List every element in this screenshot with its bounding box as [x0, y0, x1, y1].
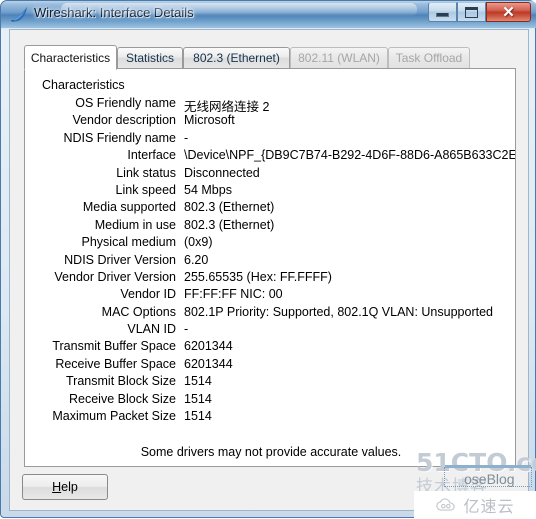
detail-row: MAC Options 802.1P Priority: Supported, 8…: [25, 304, 515, 322]
tab-task-offload: Task Offload: [388, 47, 470, 69]
row-value: 802.3 (Ethernet): [184, 217, 275, 232]
row-label: Receive Buffer Space: [55, 356, 176, 371]
row-label: Media supported: [82, 200, 176, 215]
row-value: 255.65535 (Hex: FF.FFFF): [184, 269, 332, 284]
detail-row: Link speed 54 Mbps: [25, 182, 515, 200]
minimize-icon: [436, 13, 449, 17]
row-label: NDIS Friendly name: [63, 130, 176, 145]
detail-row: Receive Buffer Space 6201344: [25, 356, 515, 374]
detail-row: NDIS Friendly name -: [25, 130, 515, 148]
row-value: 无线网络连接 2: [184, 100, 270, 114]
row-value: -: [184, 130, 189, 145]
row-label: Vendor description: [72, 113, 176, 128]
row-value: 1514: [184, 374, 212, 389]
row-label: Medium in use: [94, 217, 176, 232]
detail-row: VLAN ID -: [25, 322, 515, 339]
detail-row: Transmit Buffer Space 6201344: [25, 339, 515, 356]
row-value: 802.3 (Ethernet): [184, 200, 275, 215]
row-value: 6201344: [184, 339, 233, 354]
characteristics-panel: Characteristics OS Friendly name 无线网络连接 2…: [24, 68, 516, 467]
row-label: Vendor ID: [120, 287, 176, 302]
detail-row: Interface \Device\NPF_{DB9C7B74-B292-4D6F…: [25, 148, 515, 165]
row-label: Link status: [116, 165, 176, 180]
row-label: MAC Options: [101, 304, 176, 319]
detail-row: Media supported 802.3 (Ethernet): [25, 200, 515, 217]
dialog-window: Wireshark: Interface Details ✕ Character…: [0, 0, 536, 519]
row-label: Transmit Buffer Space: [52, 339, 176, 354]
accuracy-note: Some drivers may not provide accurate va…: [140, 445, 402, 459]
detail-row: Receive Block Size 1514: [25, 391, 515, 409]
row-value: Disconnected: [184, 165, 260, 180]
row-label: Physical medium: [81, 235, 176, 250]
row-label: Transmit Block Size: [66, 374, 176, 389]
detail-row: OS Friendly name 无线网络连接 2: [25, 96, 515, 114]
row-value: Microsoft: [184, 113, 235, 128]
wireshark-shark-fin-icon: [11, 7, 27, 22]
window-title: Wireshark: Interface Details: [34, 5, 194, 20]
tab-802-11-wlan: 802.11 (WLAN): [290, 47, 388, 69]
characteristics-list: OS Friendly name 无线网络连接 2 Vendor descript…: [25, 96, 515, 426]
row-label: VLAN ID: [127, 322, 176, 337]
row-label: Receive Block Size: [69, 391, 176, 406]
row-label: Link speed: [115, 182, 176, 197]
detail-row: Maximum Packet Size 1514: [25, 409, 515, 426]
row-value: 802.1P Priority: Supported, 802.1Q VLAN:…: [184, 304, 493, 319]
close-icon: ✕: [502, 3, 515, 21]
row-value: -: [184, 322, 189, 337]
row-value: (0x9): [184, 235, 213, 250]
row-value: 54 Mbps: [184, 182, 232, 197]
detail-row: Transmit Block Size 1514: [25, 374, 515, 391]
row-value: 6201344: [184, 356, 233, 371]
help-label-rest: elp: [61, 480, 78, 494]
help-accelerator: H: [52, 480, 62, 494]
detail-row: Vendor Driver Version 255.65535 (Hex: FF.…: [25, 269, 515, 287]
detail-row: Vendor ID FF:FF:FF NIC: 00: [25, 287, 515, 304]
detail-row: Medium in use 802.3 (Ethernet): [25, 217, 515, 235]
tab-bar: Characteristics Statistics 802.3 (Ethern…: [24, 45, 470, 70]
title-bar[interactable]: Wireshark: Interface Details ✕: [1, 1, 536, 28]
row-label: Interface: [127, 148, 176, 163]
row-value: FF:FF:FF NIC: 00: [184, 287, 283, 302]
group-title: Characteristics: [42, 78, 125, 92]
minimize-button[interactable]: [428, 2, 457, 22]
tab-statistics[interactable]: Statistics: [117, 47, 183, 69]
detail-row: Link status Disconnected: [25, 165, 515, 183]
maximize-button[interactable]: [457, 2, 486, 22]
row-value: 1514: [184, 391, 212, 406]
tab-characteristics[interactable]: Characteristics: [24, 45, 117, 70]
row-label: OS Friendly name: [75, 96, 176, 110]
help-button-label: Help: [52, 480, 78, 494]
close-button[interactable]: ✕: [486, 2, 531, 22]
tab-802-3-ethernet[interactable]: 802.3 (Ethernet): [183, 47, 290, 69]
dialog-client-area: Characteristics Statistics 802.3 (Ethern…: [9, 29, 529, 511]
detail-row: Physical medium (0x9): [25, 235, 515, 252]
row-label: Maximum Packet Size: [52, 409, 176, 424]
maximize-icon: [465, 6, 478, 18]
detail-row: Vendor description Microsoft: [25, 113, 515, 130]
row-label: Vendor Driver Version: [54, 269, 176, 284]
row-value: 1514: [184, 409, 212, 424]
row-value: 6.20: [184, 252, 209, 267]
row-label: NDIS Driver Version: [64, 252, 176, 267]
row-value: \Device\NPF_{DB9C7B74-B292-4D6F-88D6-A86…: [184, 148, 515, 163]
help-button[interactable]: Help: [22, 474, 108, 500]
detail-row: NDIS Driver Version 6.20: [25, 252, 515, 270]
